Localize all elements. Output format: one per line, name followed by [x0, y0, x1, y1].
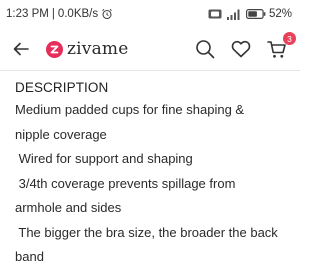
description-line: The bigger the bra size, the broader the…: [15, 224, 278, 240]
description-heading: DESCRIPTION: [15, 80, 109, 95]
app-header: zivame: [0, 28, 300, 70]
description-line: Wired for support and shaping: [15, 151, 193, 166]
battery-percent: 52%: [268, 8, 292, 20]
status-separator: |: [51, 8, 55, 20]
zivame-logo-mark-icon: [46, 40, 63, 58]
volte-icon: [208, 9, 222, 19]
network-speed: 0.0KB/s: [57, 8, 99, 20]
status-time: 1:23 PM: [6, 8, 49, 20]
description-line: 3/4th coverage prevents spillage from: [15, 175, 236, 191]
alarm-clock-icon: [101, 8, 113, 20]
description-line: band: [15, 249, 44, 264]
description-line: Medium padded cups for fine shaping &: [15, 102, 245, 117]
product-description: DESCRIPTION Medium padded cups for fine …: [15, 78, 297, 270]
search-icon[interactable]: [193, 37, 217, 61]
signal-strength-icon: [226, 9, 242, 20]
battery-icon: [245, 9, 266, 19]
logo-text: zivame: [67, 39, 129, 59]
battery-status: 52%: [245, 8, 292, 20]
header-divider: [0, 70, 300, 71]
heart-icon[interactable]: [229, 37, 253, 61]
zivame-logo[interactable]: zivame: [46, 37, 129, 61]
arrow-left-icon[interactable]: [10, 38, 32, 60]
status-bar: 1:23 PM | 0.0KB/s 52%: [0, 0, 300, 28]
description-line: nipple coverage: [15, 126, 107, 142]
cart-count-badge: 3: [283, 32, 296, 45]
description-line: armhole and sides: [15, 200, 122, 215]
